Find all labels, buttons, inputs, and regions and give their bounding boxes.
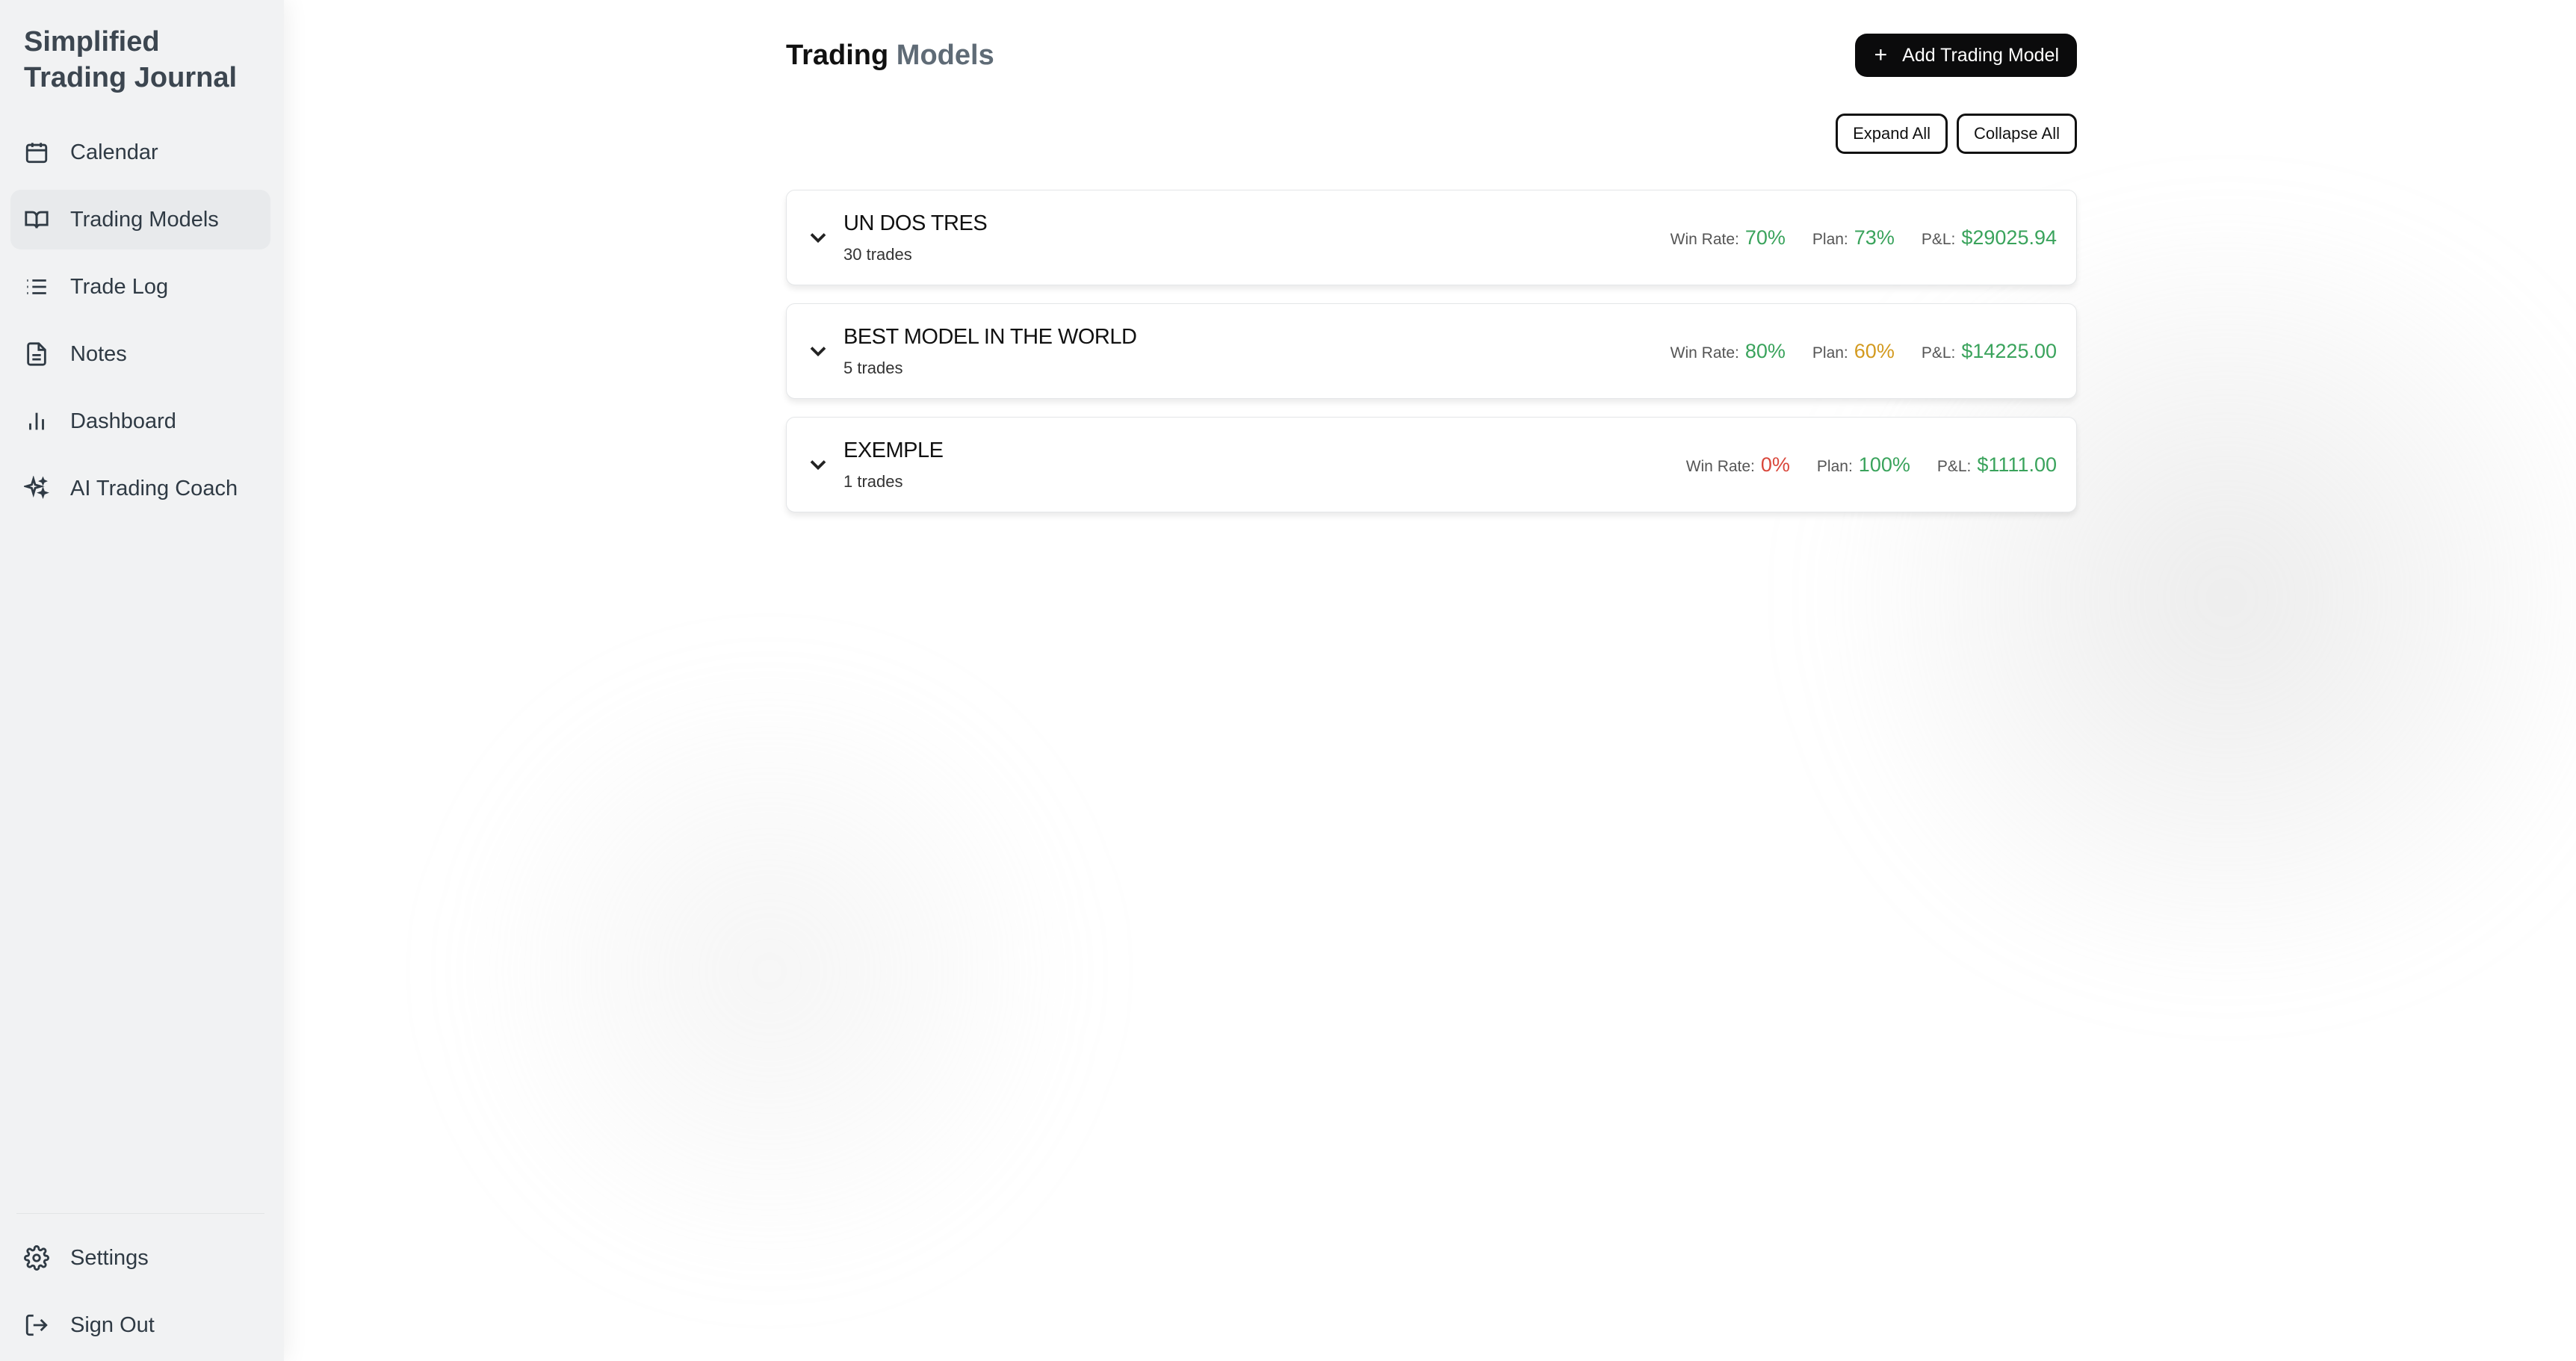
add-trading-model-label: Add Trading Model (1902, 44, 2059, 66)
plan-value: 60% (1854, 339, 1895, 362)
win-rate-value: 0% (1760, 453, 1790, 476)
pnl-label: P&L: (1921, 344, 1956, 362)
win-rate-label: Win Rate: (1670, 230, 1739, 248)
model-info: BEST MODEL IN THE WORLD 5 trades (843, 325, 1671, 378)
document-icon (24, 341, 49, 367)
pnl-label: P&L: (1936, 457, 1972, 475)
plan-stat: Plan: 73% (1812, 226, 1895, 249)
sign-out-icon (24, 1312, 49, 1338)
brand-line-1: Simplified (24, 26, 160, 58)
background-blob (433, 672, 1106, 1270)
list-icon (24, 274, 49, 300)
model-name: EXEMPLE (843, 438, 944, 462)
chevron-down-icon[interactable] (805, 224, 832, 251)
main-content: Trading Models + Add Trading Model Expan… (284, 0, 2576, 1361)
model-card[interactable]: BEST MODEL IN THE WORLD 5 trades Win Rat… (786, 303, 2077, 399)
expand-all-button[interactable]: Expand All (1836, 114, 1948, 154)
sidebar-item-label: Calendar (70, 140, 158, 164)
page-header: Trading Models + Add Trading Model (786, 33, 2077, 78)
pnl-stat: P&L: $1111.00 (1937, 453, 2057, 477)
sidebar-divider (16, 1213, 264, 1214)
content-area: Trading Models + Add Trading Model Expan… (786, 33, 2077, 530)
pnl-stat: P&L: $29025.94 (1922, 226, 2057, 249)
plan-label: Plan: (1816, 457, 1853, 475)
plan-label: Plan: (1812, 344, 1848, 362)
page-title-part-2: Models (896, 39, 994, 71)
win-rate-stat: Win Rate: 0% (1686, 453, 1790, 477)
sidebar-nav: Calendar Trading Models Trade Log Notes (10, 123, 270, 526)
sidebar-item-label: AI Trading Coach (70, 476, 238, 500)
page-title-part-1: Trading (786, 39, 889, 71)
chevron-down-icon[interactable] (805, 338, 832, 365)
model-trade-count: 5 trades (843, 358, 903, 377)
list-toolbar: Expand All Collapse All (786, 114, 2077, 154)
win-rate-value: 80% (1744, 339, 1786, 362)
bar-chart-icon (24, 409, 49, 434)
book-icon (24, 207, 49, 232)
pnl-value: $29025.94 (1961, 226, 2057, 249)
pnl-stat: P&L: $14225.00 (1922, 340, 2057, 363)
sidebar-item-trading-models[interactable]: Trading Models (10, 190, 270, 249)
model-card[interactable]: UN DOS TRES 30 trades Win Rate: 70% Plan… (786, 190, 2077, 285)
plan-stat: Plan: 100% (1817, 453, 1910, 477)
add-trading-model-button[interactable]: + Add Trading Model (1854, 34, 2077, 77)
model-name: UN DOS TRES (843, 211, 988, 235)
win-rate-label: Win Rate: (1670, 344, 1739, 362)
pnl-value: $1111.00 (1977, 453, 2057, 476)
plan-value: 100% (1858, 453, 1910, 476)
model-info: EXEMPLE 1 trades (843, 438, 1686, 492)
model-list: UN DOS TRES 30 trades Win Rate: 70% Plan… (786, 190, 2077, 512)
sidebar-item-trade-log[interactable]: Trade Log (10, 257, 270, 317)
page-title: Trading Models (786, 40, 994, 72)
plan-value: 73% (1854, 226, 1895, 249)
sidebar-item-ai-trading-coach[interactable]: AI Trading Coach (10, 459, 270, 518)
model-stats: Win Rate: 0% Plan: 100% P&L: $1111.00 (1686, 453, 2057, 477)
model-stats: Win Rate: 80% Plan: 60% P&L: $14225.00 (1671, 340, 2057, 363)
sidebar-item-sign-out[interactable]: Sign Out (10, 1295, 270, 1355)
model-trade-count: 1 trades (843, 471, 903, 491)
win-rate-stat: Win Rate: 80% (1671, 340, 1786, 363)
sidebar-item-settings[interactable]: Settings (10, 1228, 270, 1288)
win-rate-stat: Win Rate: 70% (1671, 226, 1786, 249)
brand-line-2: Trading Journal (24, 62, 238, 93)
sparkles-icon (22, 475, 49, 501)
sidebar-item-label: Sign Out (70, 1312, 155, 1337)
plan-stat: Plan: 60% (1812, 340, 1895, 363)
sidebar-item-label: Trading Models (70, 207, 219, 232)
model-info: UN DOS TRES 30 trades (843, 211, 1671, 264)
model-name: BEST MODEL IN THE WORLD (843, 324, 1137, 349)
sidebar-item-label: Notes (70, 341, 127, 366)
model-card[interactable]: EXEMPLE 1 trades Win Rate: 0% Plan: 100% (786, 417, 2077, 512)
sidebar-item-label: Settings (70, 1245, 149, 1270)
pnl-value: $14225.00 (1961, 339, 2057, 362)
sidebar-bottom-nav: Settings Sign Out (10, 1213, 270, 1361)
win-rate-label: Win Rate: (1685, 457, 1755, 475)
sidebar-item-notes[interactable]: Notes (10, 324, 270, 384)
sidebar-item-calendar[interactable]: Calendar (10, 123, 270, 182)
sidebar-item-dashboard[interactable]: Dashboard (10, 391, 270, 451)
win-rate-value: 70% (1744, 226, 1786, 249)
gear-icon (24, 1245, 49, 1271)
app-brand: Simplified Trading Journal (24, 24, 237, 96)
plus-icon: + (1874, 43, 1888, 67)
sidebar: Simplified Trading Journal Calendar Trad… (0, 0, 284, 1361)
model-stats: Win Rate: 70% Plan: 73% P&L: $29025.94 (1671, 226, 2057, 249)
collapse-all-button[interactable]: Collapse All (1957, 114, 2077, 154)
chevron-down-icon[interactable] (805, 451, 832, 478)
pnl-label: P&L: (1921, 230, 1956, 248)
sidebar-item-label: Trade Log (70, 274, 169, 299)
model-trade-count: 30 trades (843, 244, 912, 264)
calendar-icon (24, 140, 49, 165)
sidebar-item-label: Dashboard (70, 409, 176, 433)
plan-label: Plan: (1812, 230, 1848, 248)
